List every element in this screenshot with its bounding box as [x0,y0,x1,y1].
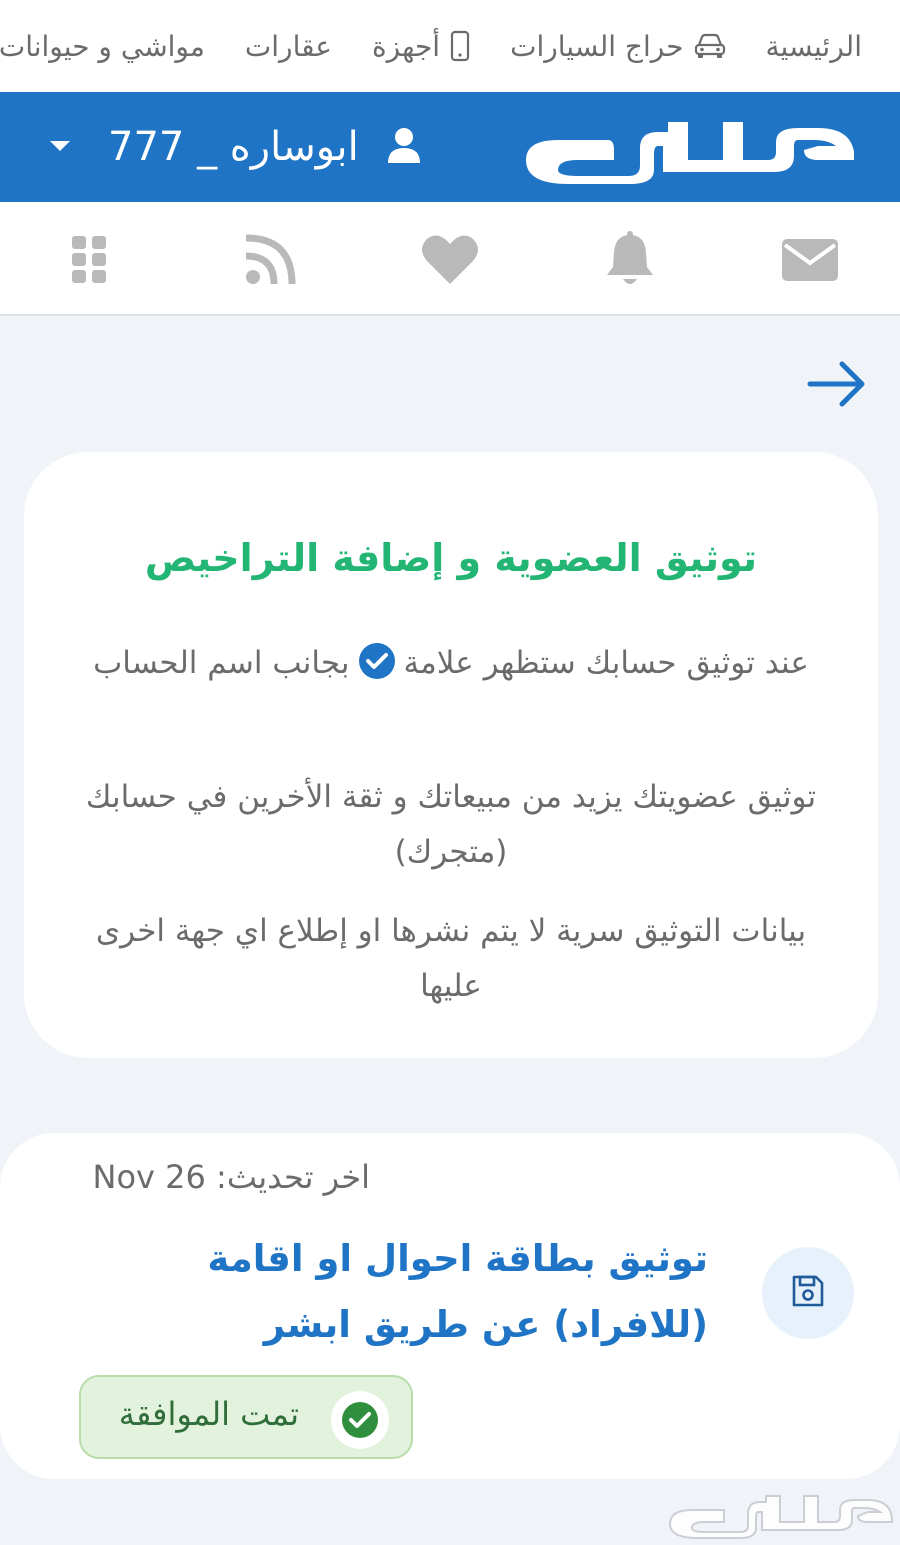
approved-badge: تمت الموافقة [79,1375,413,1459]
nav-item-realestate[interactable]: عقارات [245,30,332,63]
mail-icon[interactable] [778,228,842,292]
nav-item-label: أجهزة [371,29,441,63]
site-header: ابوساره _ 777 [0,92,900,202]
verification-text-2: توثيق عضويتك يزيد من مبيعاتك و ثقة الأخر… [85,779,817,870]
car-icon [684,33,726,59]
chevron-down-icon [48,138,72,157]
approved-label: تمت الموافقة [118,1395,299,1433]
verification-method-title[interactable]: توثيق بطاقة احوال او اقامة (للافراد) عن … [88,1226,708,1358]
grid-icon[interactable] [58,228,122,292]
haraj-logo[interactable] [518,110,858,184]
top-nav: الرئيسية حراج السيارات أجهزة عقارات مواش… [0,0,900,92]
haraj-watermark-logo [664,1488,894,1540]
nav-item-label: عقارات [244,29,332,63]
verification-text-1-start: عند توثيق حسابك ستظهر علامة [403,645,809,681]
username: ابوساره _ 777 [108,124,359,170]
rss-icon[interactable] [238,228,302,292]
bell-icon[interactable] [598,228,662,292]
nav-item-cars[interactable]: حراج السيارات [510,30,725,63]
user-menu[interactable]: ابوساره _ 777 [48,120,421,174]
user-icon [387,127,421,167]
verification-text-3: بيانات التوثيق سرية لا يتم نشرها او إطلا… [95,913,807,1004]
phone-icon [440,30,470,62]
icon-bar [0,202,900,316]
nav-item-label: حراج السيارات [510,29,684,63]
save-button[interactable] [762,1247,854,1339]
arrow-right-icon[interactable] [804,356,870,412]
nav-item-home[interactable]: الرئيسية [766,30,862,63]
nav-item-label: مواشي و حيوانات [0,29,205,63]
check-circle-icon [331,1391,389,1449]
nav-item-devices[interactable]: أجهزة [372,30,470,63]
verified-check-icon [358,642,396,680]
verification-text-1-end: بجانب اسم الحساب [93,645,350,681]
nav-item-livestock[interactable]: مواشي و حيوانات [0,30,205,63]
verification-title: توثيق العضوية و إضافة التراخيص [144,536,758,580]
last-update: اخر تحديث: Nov 26 [92,1158,370,1196]
heart-icon[interactable] [418,228,482,292]
verification-text-1: عند توثيق حسابك ستظهر علامة بجانب اسم الح… [84,636,818,691]
nav-item-label: الرئيسية [765,29,862,63]
save-icon [791,1274,825,1312]
